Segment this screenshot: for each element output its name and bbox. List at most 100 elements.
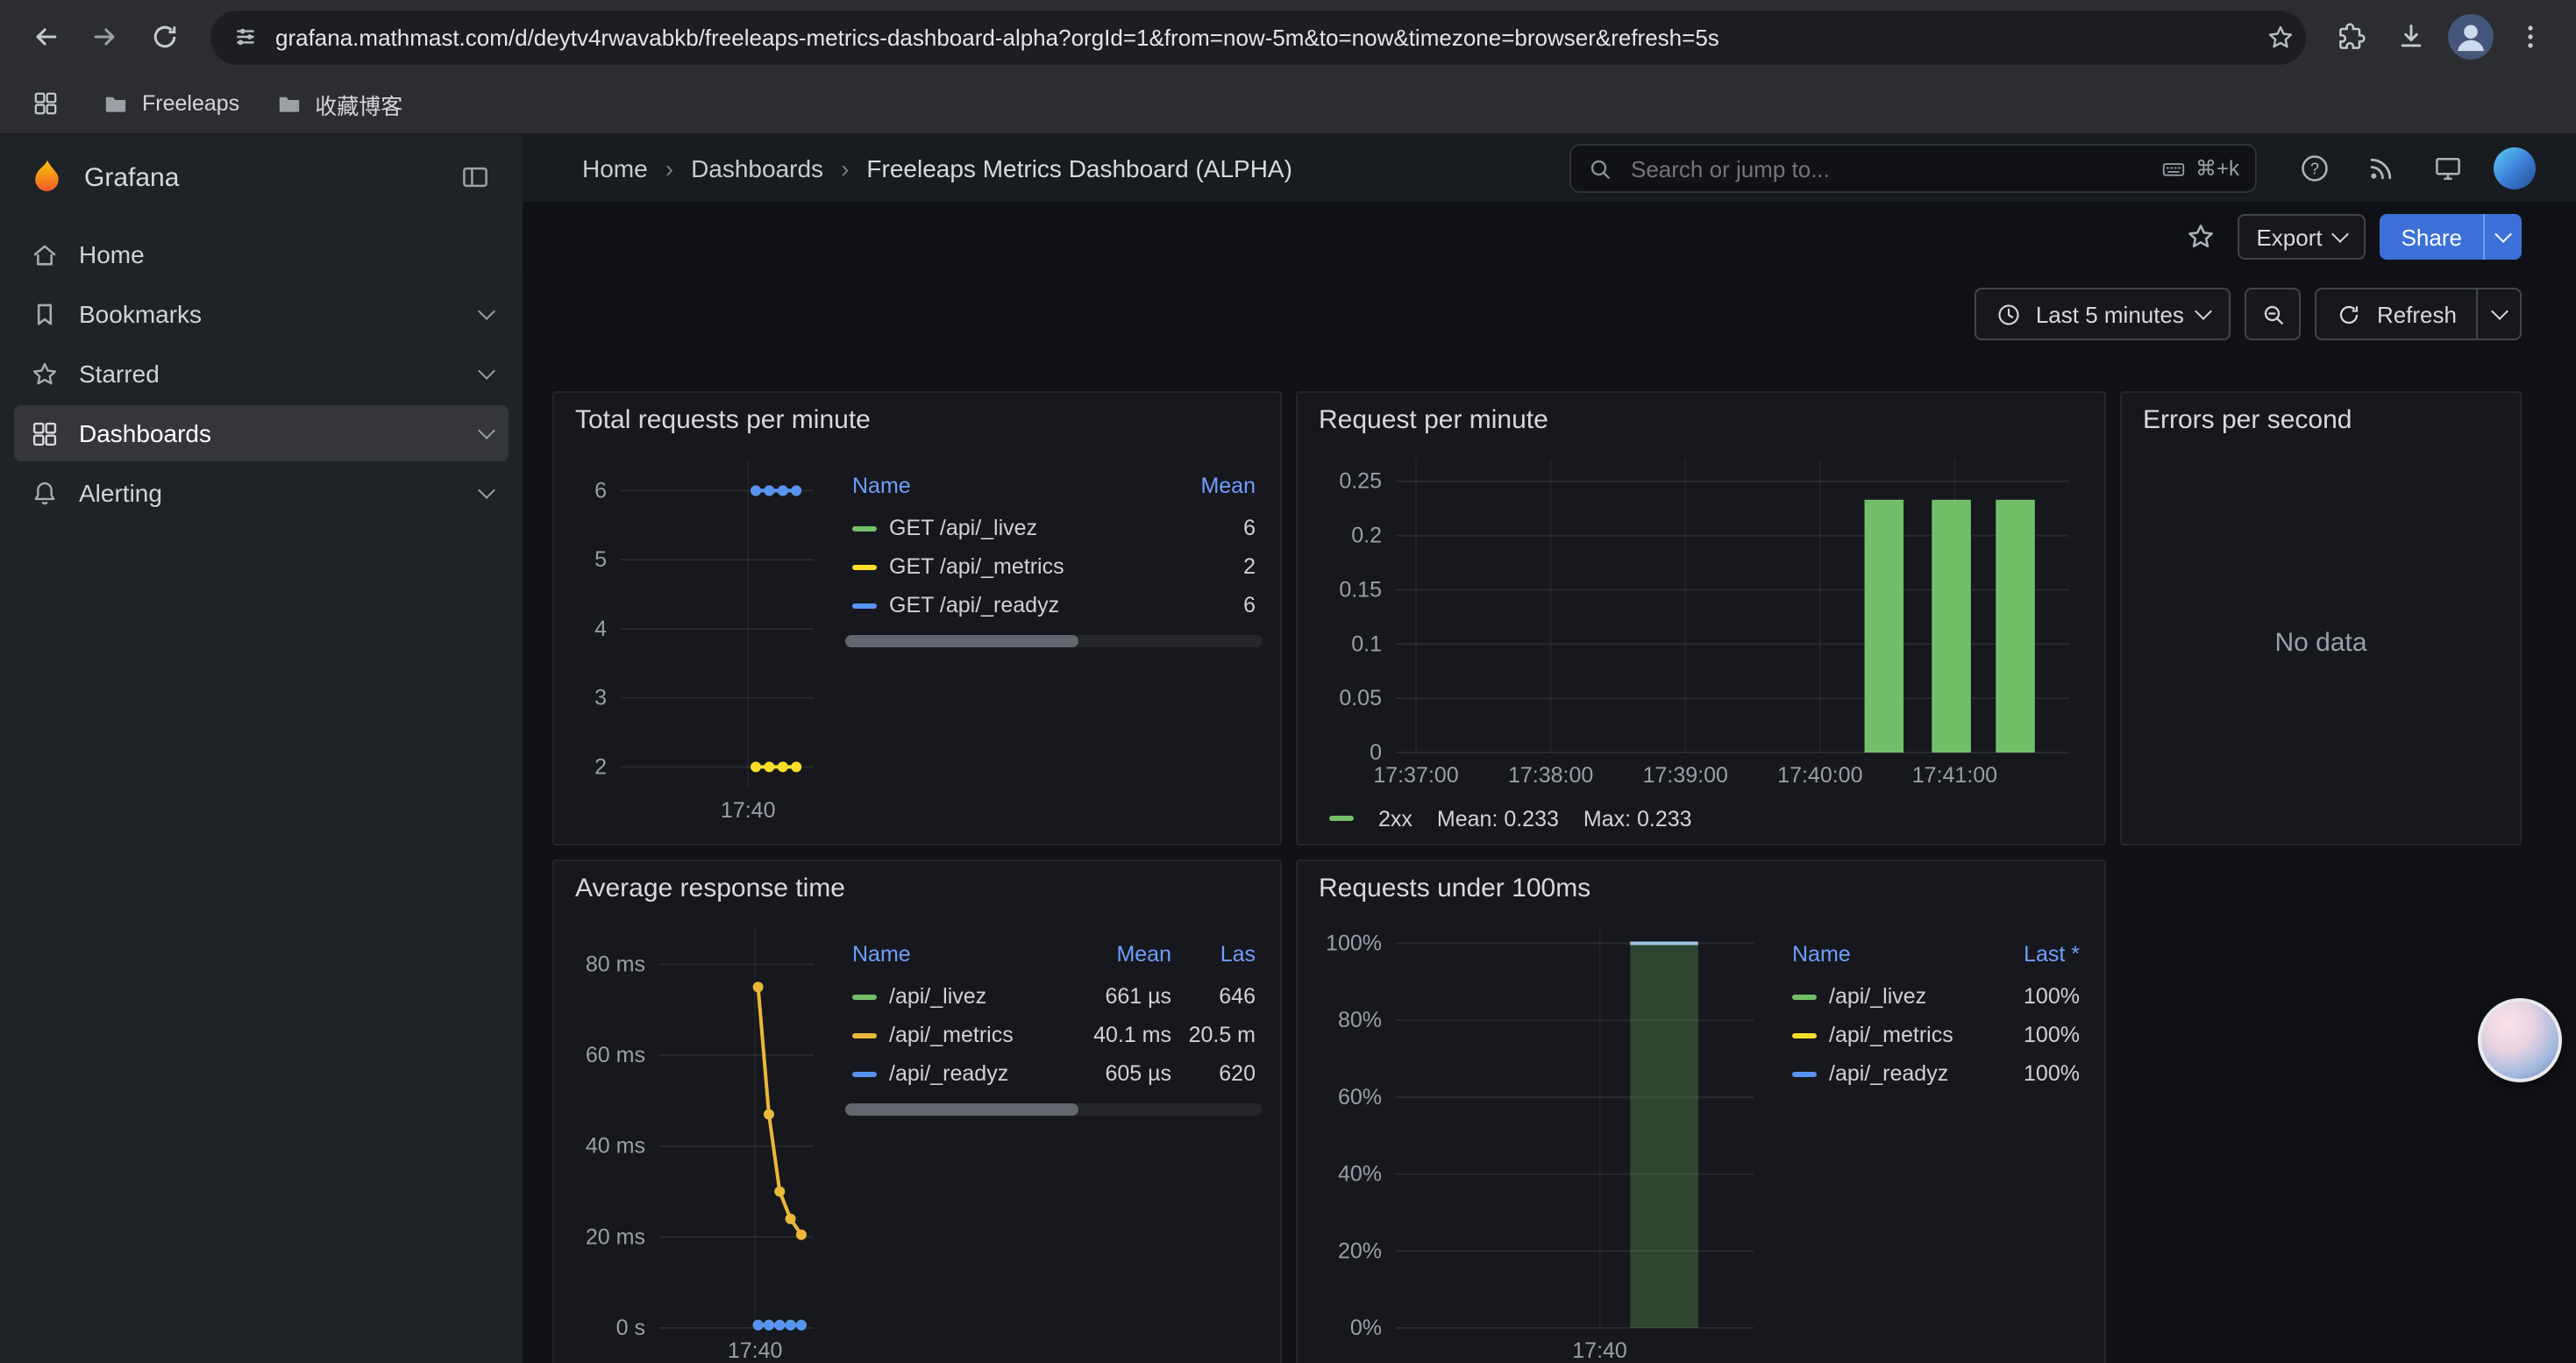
url-text[interactable]: grafana.mathmast.com/d/deytv4rwavabkb/fr… — [275, 24, 2250, 50]
sidebar-item-starred[interactable]: Starred — [14, 346, 509, 402]
bookmark-icon — [30, 299, 60, 329]
series-color-swatch[interactable] — [1792, 1032, 1817, 1038]
time-range-label: Last 5 minutes — [2036, 301, 2184, 327]
series-name[interactable]: 2xx — [1378, 806, 1413, 831]
help-button[interactable]: ? — [2285, 142, 2345, 195]
kebab-menu-icon — [2515, 21, 2546, 53]
extensions-button[interactable] — [2323, 9, 2380, 65]
downloads-button[interactable] — [2383, 9, 2439, 65]
bookmark-label: 收藏博客 — [315, 87, 402, 120]
legend-column-las[interactable]: Las — [1178, 938, 1263, 977]
favorite-dashboard-button[interactable] — [2177, 214, 2223, 260]
tv-mode-button[interactable] — [2418, 142, 2478, 195]
legend-column-mean[interactable]: Mean — [1150, 470, 1263, 509]
legend-scrollbar[interactable] — [845, 635, 1263, 647]
legend-column-name[interactable]: Name — [845, 938, 1063, 977]
panel-title[interactable]: Errors per second — [2122, 393, 2520, 442]
floating-assistant-avatar[interactable] — [2478, 998, 2562, 1082]
search-input[interactable] — [1627, 153, 2146, 183]
breadcrumb-dashboards[interactable]: Dashboards — [691, 154, 823, 182]
svg-text:2: 2 — [594, 754, 607, 779]
scrollbar-thumb[interactable] — [845, 635, 1079, 647]
reload-button[interactable] — [137, 9, 193, 65]
legend-row[interactable]: GET /api/_livez6 — [845, 509, 1263, 547]
legend-row[interactable]: /api/_metrics40.1 ms20.5 m — [845, 1016, 1263, 1054]
panel-title[interactable]: Total requests per minute — [554, 393, 1280, 442]
url-bar[interactable]: grafana.mathmast.com/d/deytv4rwavabkb/fr… — [210, 10, 2306, 64]
series-name: /api/_readyz — [1829, 1061, 1948, 1086]
series-color-swatch[interactable] — [852, 1032, 877, 1038]
bookmarks-bar: Freeleaps 收藏博客 — [0, 74, 2576, 135]
share-button[interactable]: Share — [2380, 214, 2483, 260]
export-button[interactable]: Export — [2237, 214, 2366, 260]
svg-text:17:40: 17:40 — [721, 798, 776, 823]
series-color-swatch[interactable] — [852, 994, 877, 999]
browser-menu-button[interactable] — [2502, 9, 2558, 65]
apps-grid-button[interactable] — [25, 82, 67, 125]
share-menu-button[interactable] — [2483, 214, 2522, 260]
panel-title[interactable]: Average response time — [554, 861, 1280, 910]
user-profile-button[interactable] — [2485, 142, 2544, 195]
zoom-out-button[interactable] — [2245, 288, 2302, 340]
scrollbar-thumb[interactable] — [845, 1103, 1079, 1116]
site-settings-icon[interactable] — [231, 23, 260, 51]
panel-title[interactable]: Requests under 100ms — [1298, 861, 2104, 910]
sidebar-item-bookmarks[interactable]: Bookmarks — [14, 286, 509, 342]
breadcrumb-current: Freeleaps Metrics Dashboard (ALPHA) — [866, 154, 1292, 182]
refresh-interval-button[interactable] — [2476, 288, 2522, 340]
panel-errors-per-second: Errors per second No data — [2120, 391, 2522, 846]
legend-average-response-time: NameMeanLas/api/_livez661 µs646/api/_met… — [845, 910, 1263, 1363]
legend-row[interactable]: /api/_readyz605 µs620 — [845, 1054, 1263, 1093]
series-color-swatch[interactable] — [1792, 1071, 1817, 1076]
sidebar-item-dashboards[interactable]: Dashboards — [14, 405, 509, 461]
rss-icon — [2366, 153, 2397, 184]
news-button[interactable] — [2352, 142, 2411, 195]
time-range-picker[interactable]: Last 5 minutes — [1975, 288, 2231, 340]
svg-text:17:40:00: 17:40:00 — [1777, 763, 1862, 788]
browser-profile-button[interactable] — [2443, 9, 2499, 65]
svg-text:40 ms: 40 ms — [586, 1134, 645, 1159]
series-name: /api/_livez — [1829, 984, 1926, 1009]
panel-title[interactable]: Request per minute — [1298, 393, 2104, 442]
chevron-down-icon[interactable] — [478, 362, 495, 380]
refresh-button[interactable]: Refresh — [2316, 288, 2478, 340]
legend-row[interactable]: /api/_metrics100% — [1785, 1016, 2087, 1054]
sidebar-item-home[interactable]: Home — [14, 226, 509, 282]
legend-column-last-[interactable]: Last * — [1975, 938, 2087, 977]
legend-row[interactable]: /api/_livez661 µs646 — [845, 977, 1263, 1016]
legend-value-mean: 2 — [1150, 547, 1263, 586]
series-color-swatch[interactable] — [852, 603, 877, 608]
grafana-logo[interactable] — [28, 158, 67, 196]
chart-total-requests: 6543217:40 — [572, 442, 831, 830]
search-box[interactable]: ⌘+k — [1569, 144, 2257, 193]
legend-scrollbar[interactable] — [845, 1103, 1263, 1116]
legend-column-name[interactable]: Name — [1785, 938, 1975, 977]
legend-row[interactable]: /api/_readyz100% — [1785, 1054, 2087, 1093]
back-button[interactable] — [18, 9, 74, 65]
bookmark-folder-blogs[interactable]: 收藏博客 — [274, 87, 402, 120]
breadcrumb-home[interactable]: Home — [582, 154, 648, 182]
series-color-swatch[interactable] — [852, 1071, 877, 1076]
svg-text:0.15: 0.15 — [1339, 577, 1382, 602]
series-color-swatch[interactable] — [852, 564, 877, 569]
legend-row[interactable]: GET /api/_metrics2 — [845, 547, 1263, 586]
sidebar-item-alerting[interactable]: Alerting — [14, 465, 509, 521]
bookmark-star-icon[interactable] — [2266, 22, 2295, 52]
chevron-down-icon[interactable] — [478, 303, 495, 320]
legend-row[interactable]: /api/_livez100% — [1785, 977, 2087, 1016]
chevron-down-icon[interactable] — [478, 422, 495, 439]
series-color-swatch[interactable] — [852, 525, 877, 531]
chevron-down-icon[interactable] — [478, 482, 495, 499]
sidebar-header: Grafana — [0, 135, 523, 219]
legend-column-name[interactable]: Name — [845, 470, 1150, 509]
sidebar-collapse-button[interactable] — [452, 154, 498, 200]
share-button-group: Share — [2380, 214, 2522, 260]
series-color-swatch[interactable] — [1792, 994, 1817, 999]
legend-row[interactable]: GET /api/_readyz6 — [845, 586, 1263, 624]
bookmark-folder-freeleaps[interactable]: Freeleaps — [102, 89, 239, 118]
forward-button[interactable] — [77, 9, 133, 65]
reload-icon — [149, 21, 181, 53]
legend-column-mean[interactable]: Mean — [1063, 938, 1178, 977]
bell-icon — [30, 478, 60, 508]
series-color-swatch[interactable] — [1329, 816, 1354, 821]
